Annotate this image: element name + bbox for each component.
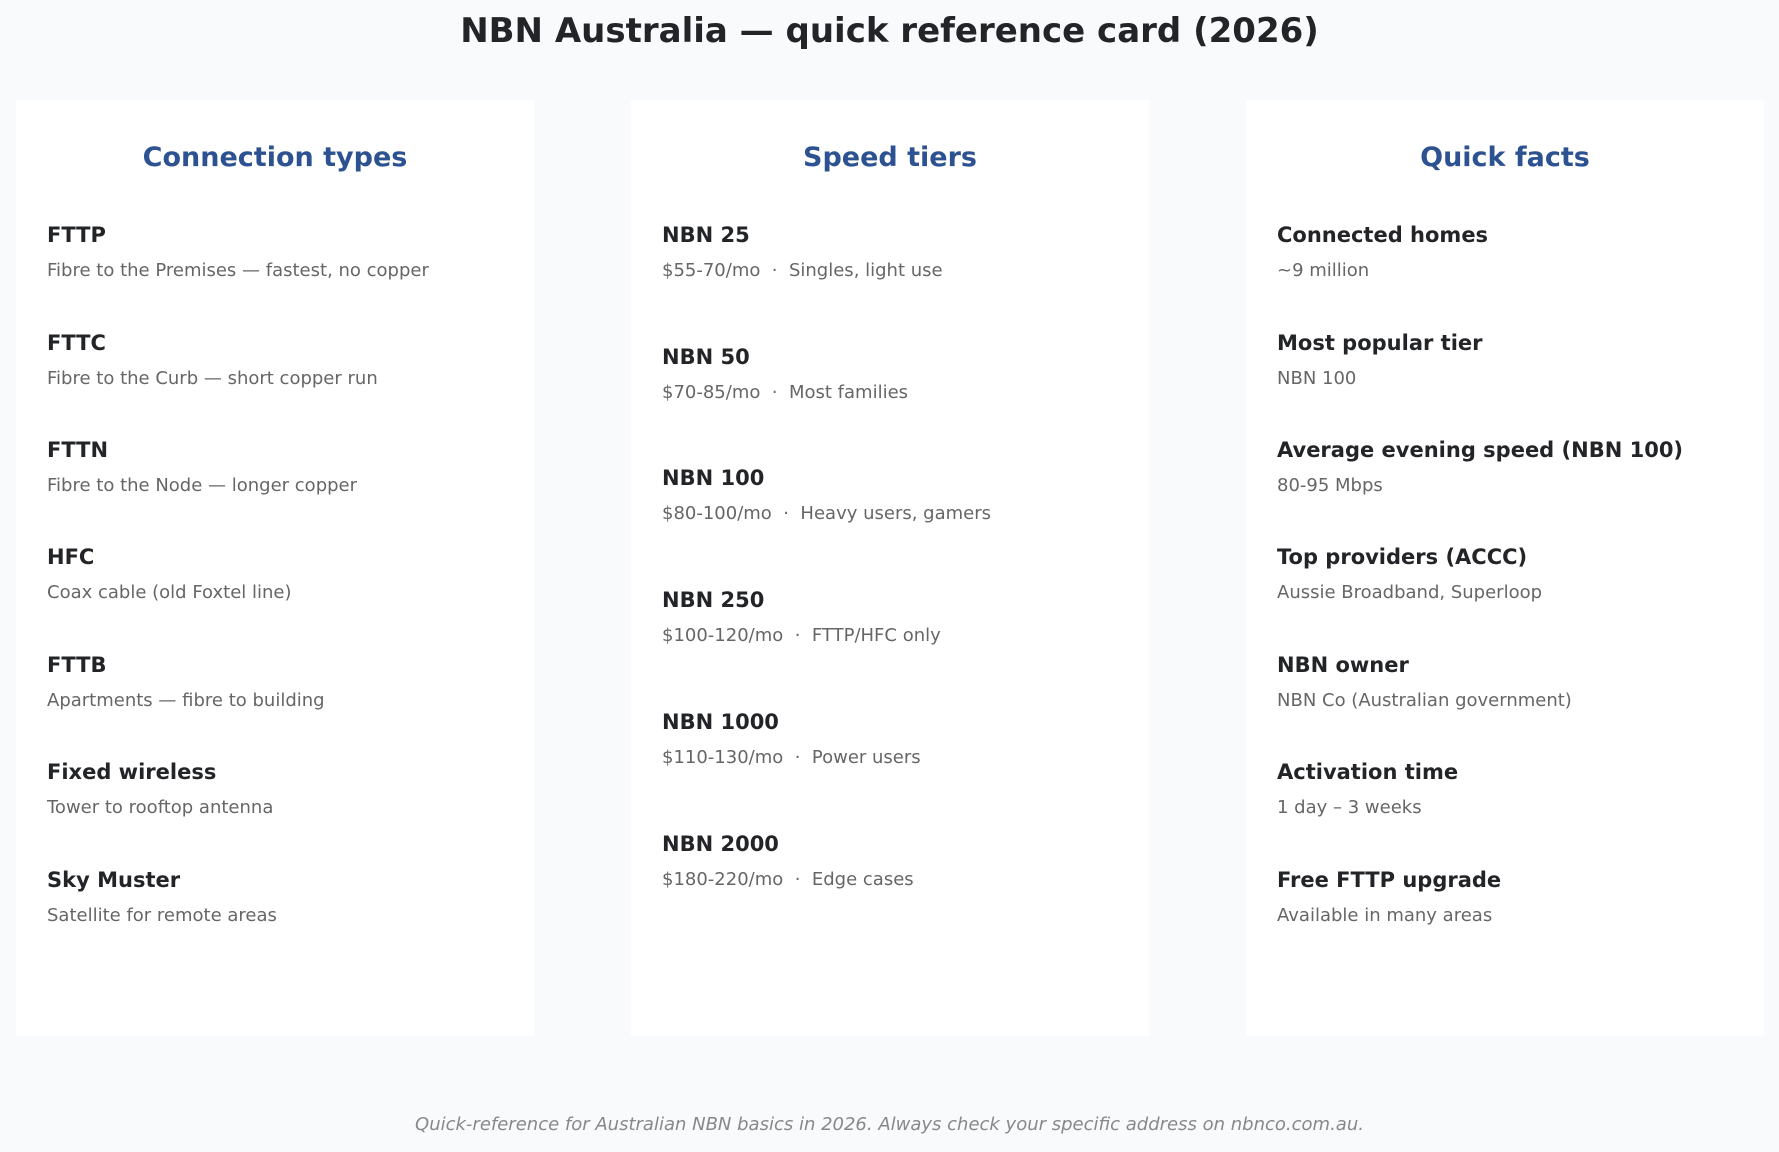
list-item: Sky Muster Satellite for remote areas <box>47 866 527 928</box>
item-name: Most popular tier <box>1277 331 1483 355</box>
item-name: NBN 100 <box>662 466 765 490</box>
item-detail: $110-130/mo · Power users <box>662 747 921 768</box>
item-detail: 80-95 Mbps <box>1277 475 1383 496</box>
item-name: NBN owner <box>1277 653 1409 677</box>
card-speed-tiers: Speed tiers NBN 25 $55-70/mo · Singles, … <box>631 100 1149 1036</box>
item-name: FTTB <box>47 653 107 677</box>
list-item: Top providers (ACCC) Aussie Broadband, S… <box>1277 543 1757 605</box>
item-detail: Available in many areas <box>1277 905 1493 926</box>
item-name: NBN 50 <box>662 345 750 369</box>
card-title: Speed tiers <box>803 142 977 173</box>
list-item: NBN 50 $70-85/mo · Most families <box>662 343 1142 405</box>
item-detail: Fibre to the Premises — fastest, no copp… <box>47 260 429 281</box>
item-name: Top providers (ACCC) <box>1277 545 1528 569</box>
item-detail: $70-85/mo · Most families <box>662 382 909 403</box>
list-item: Most popular tier NBN 100 <box>1277 329 1757 391</box>
item-name: HFC <box>47 545 95 569</box>
list-item: Average evening speed (NBN 100) 80-95 Mb… <box>1277 436 1757 498</box>
footer-note: Quick-reference for Australian NBN basic… <box>415 1114 1364 1135</box>
list-item: HFC Coax cable (old Foxtel line) <box>47 543 527 605</box>
item-name: FTTN <box>47 438 109 462</box>
list-item: FTTP Fibre to the Premises — fastest, no… <box>47 221 527 283</box>
list-item: NBN owner NBN Co (Australian government) <box>1277 651 1757 713</box>
item-name: Sky Muster <box>47 868 181 892</box>
item-detail: Coax cable (old Foxtel line) <box>47 582 292 603</box>
list-item: Activation time 1 day – 3 weeks <box>1277 758 1757 820</box>
item-name: NBN 1000 <box>662 710 779 734</box>
list-item: FTTB Apartments — fibre to building <box>47 651 527 713</box>
item-detail: $180-220/mo · Edge cases <box>662 869 914 890</box>
list-item: NBN 2000 $180-220/mo · Edge cases <box>662 830 1142 892</box>
card-title: Connection types <box>142 142 408 173</box>
card-title: Quick facts <box>1420 142 1590 173</box>
list-item: Fixed wireless Tower to rooftop antenna <box>47 758 527 820</box>
card-quick-facts: Quick facts Connected homes ~9 million M… <box>1246 100 1764 1036</box>
list-item: FTTN Fibre to the Node — longer copper <box>47 436 527 498</box>
item-detail: Apartments — fibre to building <box>47 690 325 711</box>
page-title: NBN Australia — quick reference card (20… <box>460 11 1319 51</box>
item-detail: Aussie Broadband, Superloop <box>1277 582 1543 603</box>
list-item: Connected homes ~9 million <box>1277 221 1757 283</box>
item-name: Fixed wireless <box>47 760 217 784</box>
item-name: NBN 25 <box>662 223 750 247</box>
item-name: NBN 250 <box>662 588 765 612</box>
item-name: FTTP <box>47 223 106 247</box>
item-detail: Tower to rooftop antenna <box>47 797 274 818</box>
list-item: NBN 100 $80-100/mo · Heavy users, gamers <box>662 464 1142 526</box>
list-item: NBN 25 $55-70/mo · Singles, light use <box>662 221 1142 283</box>
card-connection-types: Connection types FTTP Fibre to the Premi… <box>16 100 534 1036</box>
item-name: Activation time <box>1277 760 1459 784</box>
item-name: Average evening speed (NBN 100) <box>1277 438 1684 462</box>
item-name: Connected homes <box>1277 223 1489 247</box>
item-detail: ~9 million <box>1277 260 1370 281</box>
list-item: NBN 1000 $110-130/mo · Power users <box>662 708 1142 770</box>
item-detail: Fibre to the Curb — short copper run <box>47 368 378 389</box>
item-detail: $55-70/mo · Singles, light use <box>662 260 943 281</box>
item-name: Free FTTP upgrade <box>1277 868 1502 892</box>
item-detail: $80-100/mo · Heavy users, gamers <box>662 503 992 524</box>
item-detail: NBN Co (Australian government) <box>1277 690 1572 711</box>
item-detail: Satellite for remote areas <box>47 905 277 926</box>
list-item: NBN 250 $100-120/mo · FTTP/HFC only <box>662 586 1142 648</box>
item-detail: $100-120/mo · FTTP/HFC only <box>662 625 941 646</box>
item-detail: 1 day – 3 weeks <box>1277 797 1422 818</box>
item-detail: Fibre to the Node — longer copper <box>47 475 358 496</box>
item-detail: NBN 100 <box>1277 368 1357 389</box>
item-name: NBN 2000 <box>662 832 779 856</box>
item-name: FTTC <box>47 331 106 355</box>
list-item: Free FTTP upgrade Available in many area… <box>1277 866 1757 928</box>
list-item: FTTC Fibre to the Curb — short copper ru… <box>47 329 527 391</box>
